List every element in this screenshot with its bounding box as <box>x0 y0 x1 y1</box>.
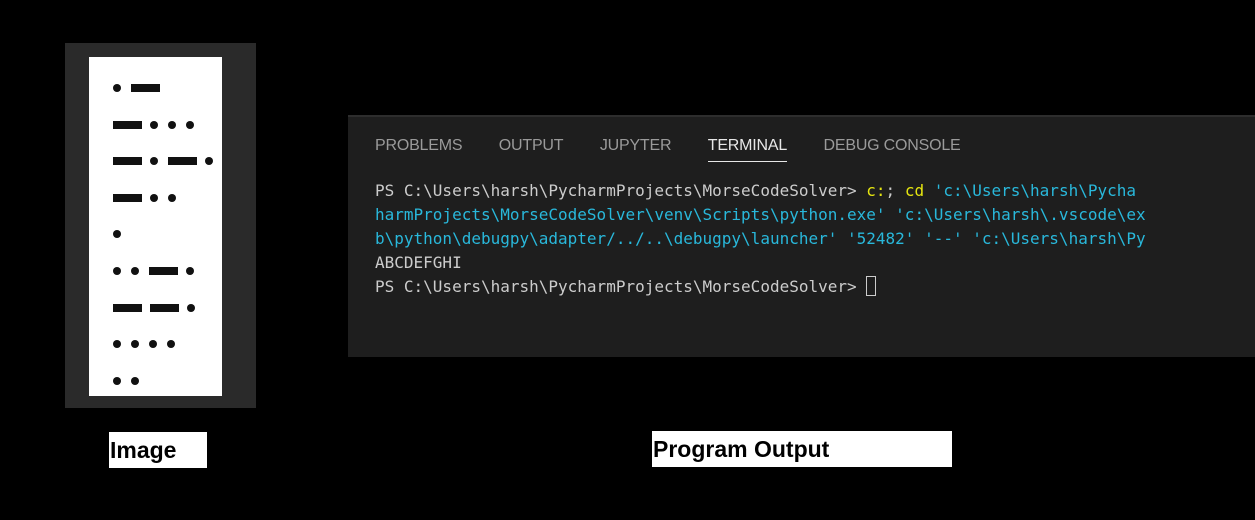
tab-jupyter[interactable]: JUPYTER <box>600 137 672 161</box>
prompt: PS C:\Users\harsh\PycharmProjects\MorseC… <box>375 181 867 200</box>
morse-dot <box>187 303 195 312</box>
morse-dot <box>186 267 194 275</box>
tab-debug-console[interactable]: DEBUG CONSOLE <box>824 137 961 161</box>
morse-dot <box>113 340 121 349</box>
command-cd: cd <box>904 181 925 200</box>
terminal-line: PS C:\Users\harsh\PycharmProjects\MorseC… <box>375 179 1255 203</box>
morse-dot <box>113 376 121 385</box>
morse-dash <box>131 84 160 92</box>
morse-dash <box>168 157 197 166</box>
morse-dot <box>131 267 139 275</box>
program-output-caption: Program Output <box>652 431 952 467</box>
morse-dash <box>113 120 142 129</box>
terminal-panel: PROBLEMS OUTPUT JUPYTER TERMINAL DEBUG C… <box>348 115 1255 357</box>
morse-dot <box>149 340 157 349</box>
morse-dot <box>205 157 213 166</box>
morse-dot <box>186 120 194 129</box>
morse-dot <box>168 120 176 129</box>
morse-dot <box>167 340 175 349</box>
morse-image <box>65 43 256 408</box>
morse-paper <box>89 57 222 396</box>
prompt: PS C:\Users\harsh\PycharmProjects\MorseC… <box>375 277 867 296</box>
morse-dot <box>168 193 176 202</box>
morse-dot <box>131 376 139 385</box>
program-result: ABCDEFGHI <box>375 253 462 272</box>
morse-dot <box>113 84 121 92</box>
morse-dot <box>150 120 158 129</box>
command-drive: c: <box>866 181 886 200</box>
terminal-line: PS C:\Users\harsh\PycharmProjects\MorseC… <box>375 275 1255 299</box>
morse-dot <box>150 157 158 166</box>
morse-dash <box>113 157 142 166</box>
tab-terminal[interactable]: TERMINAL <box>707 137 787 162</box>
terminal-line: harmProjects\MorseCodeSolver\venv\Script… <box>375 205 1146 224</box>
terminal-cursor <box>866 276 877 296</box>
terminal-output[interactable]: PS C:\Users\harsh\PycharmProjects\MorseC… <box>375 179 1255 299</box>
image-caption: Image <box>109 432 207 468</box>
morse-dot <box>113 230 121 239</box>
morse-dash <box>150 303 179 312</box>
morse-dot <box>150 193 158 202</box>
morse-dot <box>131 340 139 349</box>
tab-output[interactable]: OUTPUT <box>499 137 564 161</box>
panel-tabs: PROBLEMS OUTPUT JUPYTER TERMINAL DEBUG C… <box>375 137 993 167</box>
morse-dash <box>113 193 142 202</box>
tab-problems[interactable]: PROBLEMS <box>375 137 463 161</box>
morse-dash <box>149 267 178 275</box>
terminal-line: b\python\debugpy\adapter/../..\debugpy\l… <box>375 229 1146 248</box>
morse-dash <box>113 303 142 312</box>
morse-dot <box>113 267 121 275</box>
command-path: 'c:\Users\harsh\Pycha <box>924 181 1136 200</box>
command-separator: ; <box>885 181 905 200</box>
